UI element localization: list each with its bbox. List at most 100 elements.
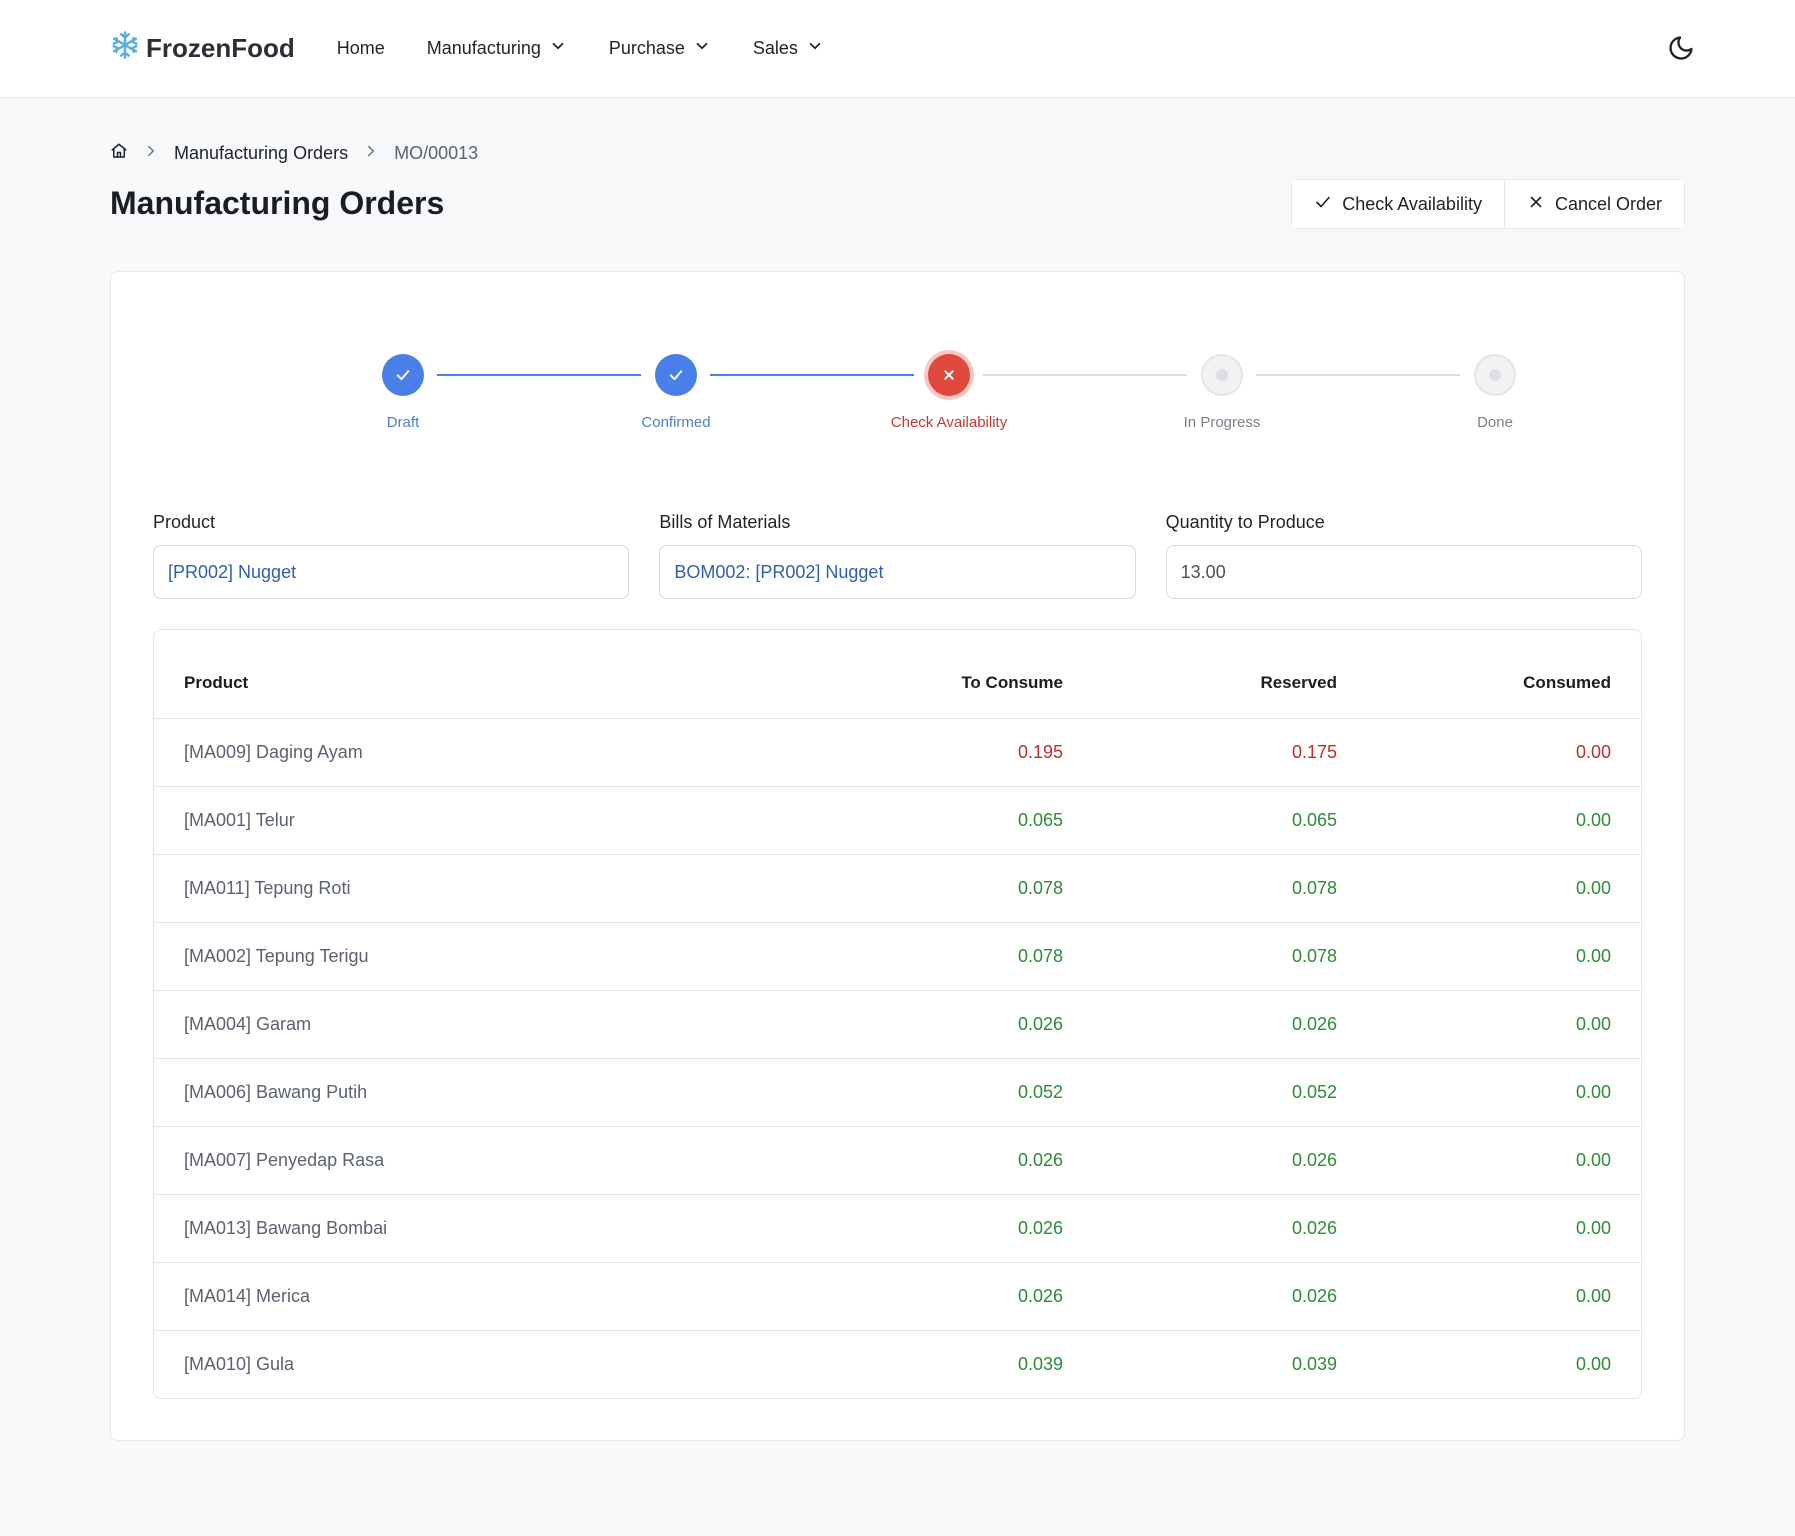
- quantity-input[interactable]: 13.00: [1165, 545, 1642, 599]
- nav-purchase-label: Purchase: [608, 38, 685, 58]
- cell-product: [MA013] Bawang Bombai: [154, 1194, 833, 1263]
- cell-product: [MA011] Tepung Roti: [154, 854, 833, 923]
- nav-sales-label: Sales: [752, 38, 798, 58]
- cell-reserved: 0.078: [1093, 854, 1367, 923]
- moon-icon[interactable]: [1667, 34, 1695, 62]
- cell-reserved: 0.039: [1291, 1353, 1337, 1374]
- chevron-down-icon: [549, 37, 567, 60]
- header-to-consume: To Consume: [833, 630, 1093, 719]
- brand-name: FrozenFood: [146, 33, 295, 63]
- check-availability-label: Check Availability: [1342, 193, 1482, 214]
- cell-reserved: 0.026: [1093, 990, 1367, 1059]
- table-row[interactable]: [MA004] Garam 0.026 0.026 0.00: [154, 990, 1641, 1059]
- quantity-field-label: Quantity to Produce: [1165, 512, 1325, 532]
- header-consumed: Consumed: [1367, 630, 1641, 719]
- bom-input[interactable]: BOM002: [PR002] Nugget: [659, 545, 1136, 599]
- table-row[interactable]: [MA009] Daging Ayam 0.195 0.175 0.00: [154, 718, 1641, 787]
- table-row[interactable]: [MA014] Merica 0.026 0.026 0.00: [154, 1262, 1641, 1331]
- chevron-down-icon: [693, 37, 711, 60]
- chevron-right-icon: [362, 142, 380, 165]
- step-done[interactable]: Done: [1405, 354, 1585, 431]
- header-reserved: Reserved: [1093, 630, 1367, 719]
- cell-to-consume: 0.039: [1017, 1353, 1063, 1374]
- cell-product: [MA001] Telur: [154, 786, 833, 855]
- table-row[interactable]: [MA001] Telur 0.065 0.065 0.00: [154, 786, 1641, 855]
- check-icon: [1314, 193, 1332, 216]
- breadcrumb: Manufacturing Orders MO/00013: [110, 142, 1685, 165]
- pending-dot-icon: [1201, 354, 1243, 396]
- cell-reserved: 0.052: [1093, 1058, 1367, 1127]
- nav-sales[interactable]: Sales: [753, 37, 824, 60]
- cell-to-consume: 0.026: [833, 1194, 1093, 1263]
- step-label: Done: [1477, 414, 1513, 431]
- cell-to-consume: 0.195: [833, 718, 1093, 787]
- main-content: Manufacturing Orders MO/00013 Manufactur…: [0, 142, 1795, 1441]
- cell-consumed: 0.00: [1367, 786, 1641, 855]
- cell-consumed: 0.00: [1367, 922, 1641, 991]
- step-label: Draft: [386, 414, 420, 431]
- close-icon: [928, 354, 970, 396]
- table-row[interactable]: [MA011] Tepung Roti 0.078 0.078 0.00: [154, 854, 1641, 923]
- product-field: Product [PR002] Nugget: [153, 512, 630, 599]
- cell-to-consume: 0.065: [833, 786, 1093, 855]
- chevron-down-icon: [806, 37, 824, 60]
- cell-to-consume: 0.052: [833, 1058, 1093, 1127]
- step-label: Confirmed: [641, 414, 711, 431]
- page-title: Manufacturing Orders: [110, 184, 445, 221]
- cell-product: [MA007] Penyedap Rasa: [154, 1126, 833, 1195]
- bom-field-label: Bills of Materials: [659, 512, 791, 532]
- cell-to-consume: 0.078: [833, 922, 1093, 991]
- nav-manufacturing-label: Manufacturing: [426, 38, 541, 58]
- brand-logo[interactable]: FrozenFood: [110, 30, 295, 67]
- quantity-field: Quantity to Produce 13.00: [1165, 512, 1642, 599]
- nav-purchase[interactable]: Purchase: [609, 37, 711, 60]
- snowflake-icon: [110, 30, 140, 67]
- cell-product: [MA006] Bawang Putih: [154, 1058, 833, 1127]
- cancel-order-button[interactable]: Cancel Order: [1503, 180, 1684, 228]
- home-icon[interactable]: [110, 142, 128, 165]
- cell-product: [MA010] Gula: [184, 1353, 295, 1374]
- cell-reserved: 0.026: [1093, 1194, 1367, 1263]
- cell-consumed: 0.00: [1367, 990, 1641, 1059]
- nav-home-label: Home: [336, 38, 385, 58]
- cell-consumed: 0.00: [1367, 1126, 1641, 1195]
- order-fields: Product [PR002] Nugget Bills of Material…: [153, 512, 1642, 599]
- table-row[interactable]: [MA006] Bawang Putih 0.052 0.052 0.00: [154, 1058, 1641, 1127]
- pending-dot-icon: [1474, 354, 1516, 396]
- breadcrumb-manufacturing-orders[interactable]: Manufacturing Orders: [174, 143, 348, 164]
- header-product: Product: [154, 630, 833, 719]
- check-availability-button[interactable]: Check Availability: [1292, 180, 1504, 228]
- table-row[interactable]: [MA013] Bawang Bombai 0.026 0.026 0.00: [154, 1194, 1641, 1263]
- cell-consumed: 0.00: [1367, 854, 1641, 923]
- status-stepper: Draft Confirmed Check Availability In Pr…: [153, 272, 1642, 512]
- step-in-progress[interactable]: In Progress: [1132, 354, 1312, 431]
- cell-consumed: 0.00: [1367, 1262, 1641, 1331]
- product-input[interactable]: [PR002] Nugget: [153, 545, 630, 599]
- cell-to-consume: 0.026: [833, 1262, 1093, 1331]
- breadcrumb-current: MO/00013: [394, 143, 479, 163]
- cell-to-consume: 0.026: [833, 1126, 1093, 1195]
- cancel-order-label: Cancel Order: [1554, 193, 1662, 214]
- table-row[interactable]: [MA007] Penyedap Rasa 0.026 0.026 0.00: [154, 1126, 1641, 1195]
- action-buttons: Check Availability Cancel Order: [1291, 179, 1685, 229]
- check-icon: [382, 354, 424, 396]
- nav-manufacturing[interactable]: Manufacturing: [427, 37, 567, 60]
- close-icon: [1527, 193, 1545, 216]
- cell-reserved: 0.026: [1093, 1262, 1367, 1331]
- cell-reserved: 0.078: [1093, 922, 1367, 991]
- components-table: Product To Consume Reserved Consumed [MA…: [153, 629, 1642, 1399]
- nav-home[interactable]: Home: [337, 38, 385, 59]
- table-header-row: Product To Consume Reserved Consumed: [154, 630, 1641, 719]
- table-row[interactable]: [MA002] Tepung Terigu 0.078 0.078 0.00: [154, 922, 1641, 991]
- step-draft[interactable]: Draft: [313, 354, 493, 431]
- step-confirmed[interactable]: Confirmed: [586, 354, 766, 431]
- cell-product: [MA002] Tepung Terigu: [154, 922, 833, 991]
- cell-product: [MA014] Merica: [154, 1262, 833, 1331]
- cell-reserved: 0.065: [1093, 786, 1367, 855]
- step-check-availability[interactable]: Check Availability: [859, 354, 1039, 431]
- table-row[interactable]: [MA010] Gula 0.039 0.039 0.00: [154, 1330, 1641, 1398]
- cell-consumed: 0.00: [1367, 718, 1641, 787]
- title-row: Manufacturing Orders Check Availability …: [110, 177, 1685, 229]
- order-card: Draft Confirmed Check Availability In Pr…: [110, 271, 1685, 1441]
- cell-consumed: 0.00: [1575, 1353, 1611, 1374]
